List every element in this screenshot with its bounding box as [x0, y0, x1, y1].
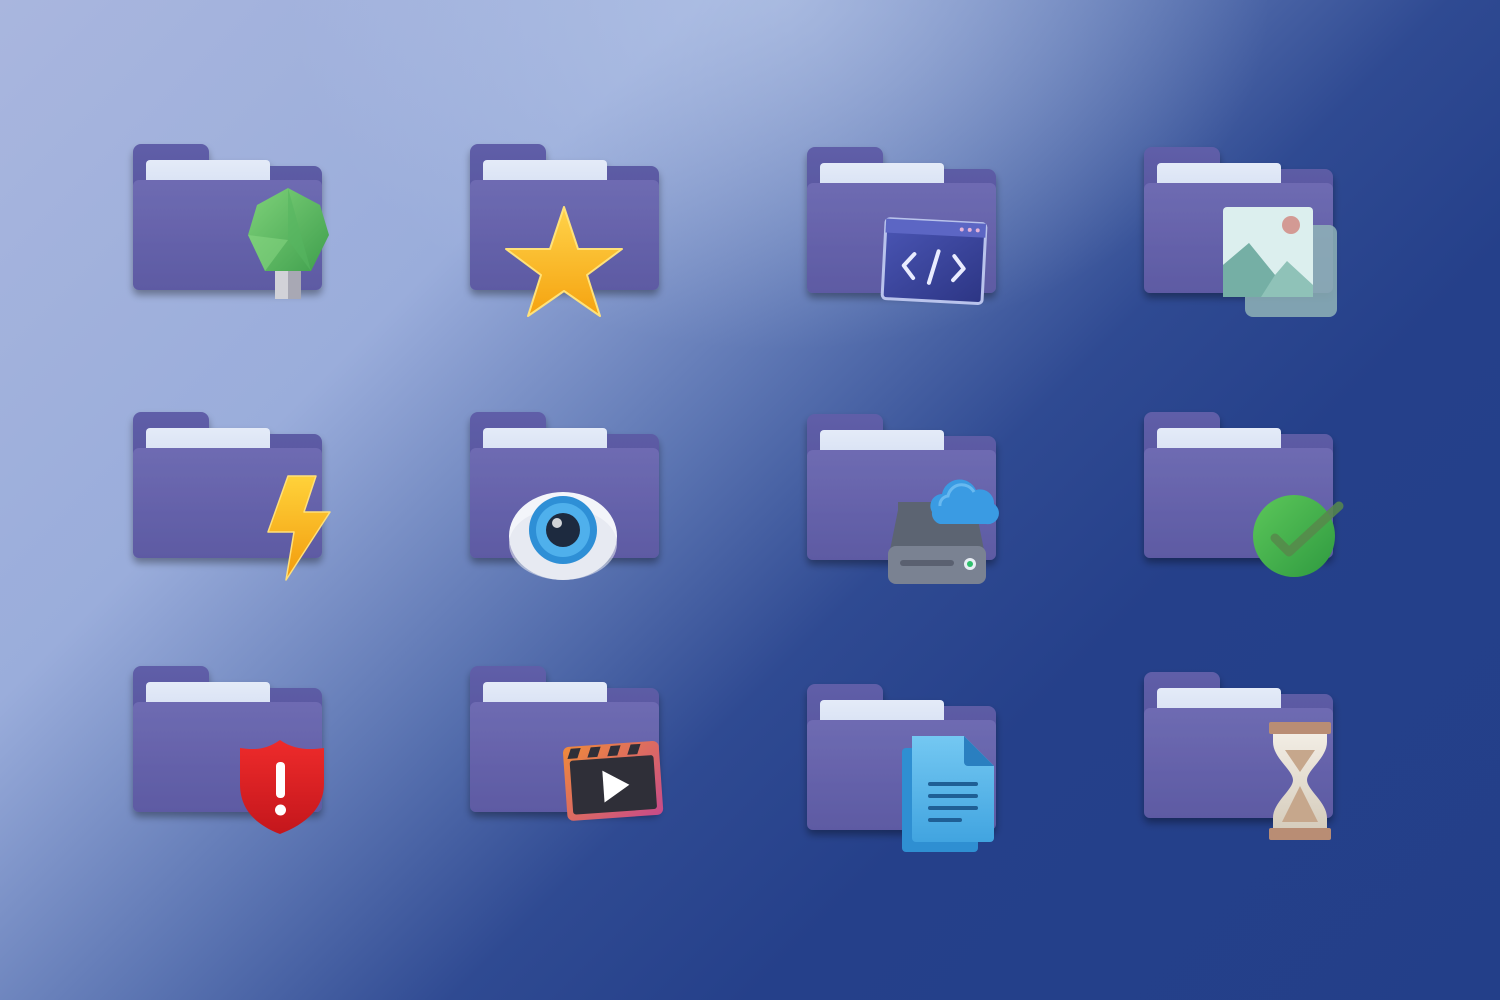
hourglass-icon	[1265, 720, 1335, 844]
lightbulb-icon	[245, 185, 335, 305]
folder-icon-grid	[0, 0, 1500, 1000]
folder-cloud-drive[interactable]	[804, 410, 1044, 610]
eye-icon	[507, 488, 622, 584]
folder-lightbulb[interactable]	[130, 140, 370, 340]
folder-checkmark[interactable]	[1141, 408, 1381, 608]
shield-alert-icon	[238, 738, 328, 836]
folder-document[interactable]	[804, 680, 1044, 880]
folder-video[interactable]	[467, 662, 707, 862]
folder-code[interactable]	[804, 143, 1044, 343]
folder-lightning[interactable]	[130, 408, 370, 608]
code-window-icon	[880, 217, 990, 309]
checkmark-icon	[1251, 494, 1346, 579]
video-clapper-icon	[559, 734, 669, 826]
folder-image[interactable]	[1141, 143, 1381, 343]
image-icon	[1221, 205, 1341, 323]
folder-eye[interactable]	[467, 408, 707, 608]
document-icon	[900, 734, 996, 854]
folder-icon	[1144, 672, 1333, 818]
folder-shield-alert[interactable]	[130, 662, 370, 862]
folder-icon	[133, 412, 322, 558]
folder-star[interactable]	[467, 140, 707, 340]
lightning-icon	[264, 474, 334, 584]
folder-hourglass[interactable]	[1141, 668, 1381, 868]
cloud-drive-icon	[884, 476, 1004, 588]
star-icon	[505, 204, 625, 319]
